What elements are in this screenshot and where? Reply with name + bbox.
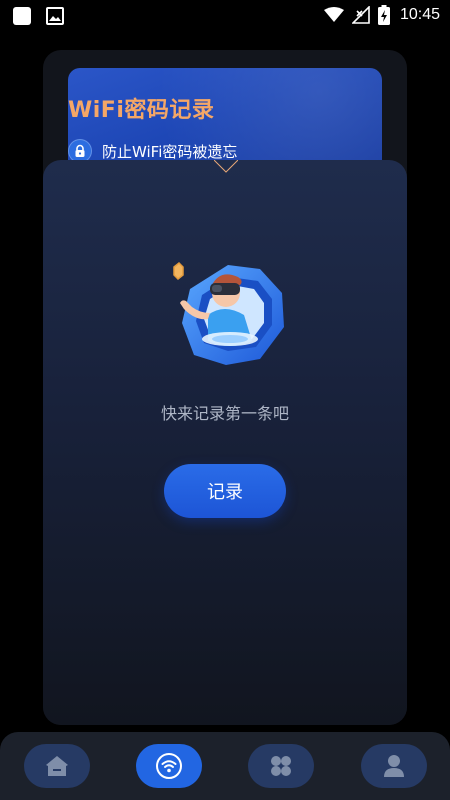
apps-icon: [271, 756, 291, 776]
record-button[interactable]: 记录: [164, 464, 286, 518]
wifi-icon: [323, 7, 344, 22]
bottom-nav: [0, 732, 450, 800]
banner-title: WiFi密码记录: [68, 98, 215, 123]
vr-character-illustration: [173, 261, 284, 365]
app-notification-icon: [13, 7, 31, 25]
no-signal-icon: [351, 6, 370, 24]
card-notch: [214, 160, 238, 173]
clock: 10:45: [399, 6, 440, 23]
person-icon: [384, 755, 404, 777]
empty-state-message: 快来记录第一条吧: [160, 404, 289, 423]
nav-home[interactable]: [24, 744, 90, 788]
nav-profile[interactable]: [361, 744, 427, 788]
banner-subtitle: 防止WiFi密码被遗忘: [102, 142, 238, 161]
status-bar: 10:45: [0, 0, 450, 32]
main-card: [43, 160, 407, 725]
image-icon: [46, 7, 64, 25]
home-icon: [46, 756, 68, 776]
nav-apps[interactable]: [248, 744, 314, 788]
wifi-icon: [156, 753, 182, 779]
nav-wifi[interactable]: [136, 744, 202, 788]
battery-charging-icon: [377, 5, 390, 25]
